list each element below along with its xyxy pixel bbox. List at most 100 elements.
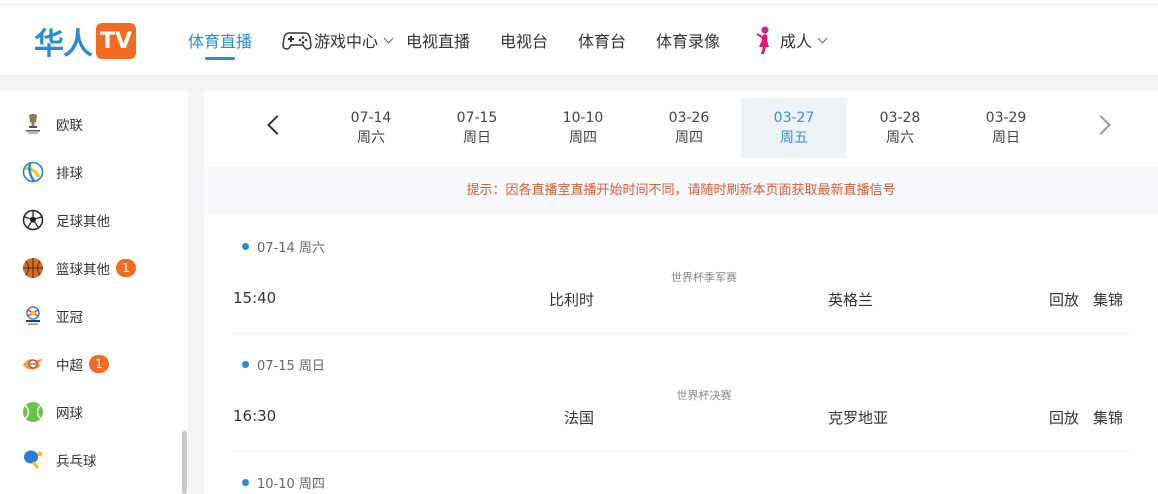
date-tab-date: 07-15 [456, 110, 498, 126]
match-away-team: 克罗地亚 [828, 409, 889, 427]
section-date-label: 10-10 周四 [242, 473, 325, 492]
nav-item-label: 电视台 [500, 32, 549, 51]
nav-item-game-center[interactable]: 游戏中心 [282, 28, 394, 52]
sidebar-item-tennis[interactable]: 网球 [22, 400, 83, 424]
match-time: 16:30 [233, 407, 277, 425]
date-tab[interactable]: 07-14 周六 [318, 98, 424, 158]
nav-item-label: 游戏中心 [314, 32, 379, 51]
date-tab-date: 03-26 [668, 110, 710, 126]
replay-link[interactable]: 回放 [1049, 289, 1079, 310]
row-divider [232, 451, 1130, 452]
sidebar-item-label: 兵乓球 [56, 454, 97, 470]
date-tab[interactable]: 03-29 周日 [953, 98, 1059, 158]
date-tab-weekday: 周六 [357, 130, 385, 146]
sidebar-item-soccer-other[interactable]: 足球其他 [22, 208, 110, 232]
date-tab-date: 03-29 [985, 110, 1027, 126]
main-content: 07-14 周六 07-15 周日 10-10 周四 03-26 周四 03-2… [204, 91, 1158, 494]
highlights-link[interactable]: 集锦 [1093, 407, 1123, 428]
notice-banner: 提示：因各直播室直播开始时间不同，请随时刷新本页面获取最新直播信号 [204, 167, 1158, 215]
count-badge: 1 [116, 259, 136, 277]
date-tab-weekday: 周五 [780, 130, 808, 146]
header: 华人 TV 体育直播 游戏中心 电视直播 电视台 体育台 体育录像 成人 [0, 5, 1158, 76]
sidebar-item-label: 亚冠 [56, 310, 83, 326]
tennis-ball-icon [22, 401, 44, 423]
section-date-label: 07-14 周六 [242, 237, 325, 256]
europa-league-icon [22, 113, 44, 135]
adult-figure-icon [756, 26, 769, 54]
nav-item-sports-replay[interactable]: 体育录像 [656, 28, 720, 52]
date-tab[interactable]: 07-15 周日 [424, 98, 530, 158]
nav-item-label: 体育台 [578, 32, 627, 51]
count-badge: 1 [89, 355, 109, 373]
nav-item-sports-live[interactable]: 体育直播 [188, 28, 252, 52]
nav-item-tv-station[interactable]: 电视台 [500, 28, 548, 52]
nav-item-adult[interactable]: 成人 [752, 26, 828, 54]
match-away-team: 英格兰 [828, 291, 874, 309]
sidebar-item-label: 欧联 [56, 118, 83, 134]
sidebar-item-label: 篮球其他 [56, 262, 110, 278]
row-divider [232, 333, 1130, 334]
date-tab-weekday: 周四 [675, 130, 703, 146]
date-tab-weekday: 周六 [886, 130, 914, 146]
replay-link[interactable]: 回放 [1049, 407, 1079, 428]
section-date-text: 07-14 周六 [257, 241, 325, 256]
sidebar-item-volleyball[interactable]: 排球 [22, 160, 83, 184]
match-row[interactable]: 15:40 世界杯季军赛 比利时 英格兰 回放 集锦 [204, 271, 1158, 341]
basketball-icon [22, 257, 44, 279]
afc-champions-league-icon [22, 305, 44, 327]
section-date-label: 07-15 周日 [242, 355, 325, 374]
date-tab[interactable]: 03-26 周四 [636, 98, 742, 158]
nav-item-label: 体育直播 [188, 32, 253, 51]
soccer-ball-icon [22, 209, 44, 231]
nav-item-label: 电视直播 [406, 32, 471, 51]
date-tab-date: 03-28 [879, 110, 921, 126]
logo-badge: TV [96, 23, 136, 59]
match-row[interactable]: 16:30 世界杯决赛 法国 克罗地亚 回放 集锦 [204, 389, 1158, 459]
gamepad-icon [282, 32, 312, 50]
chevron-down-icon [383, 33, 394, 43]
section-date-text: 07-15 周日 [257, 359, 325, 374]
date-dot-icon [242, 361, 249, 368]
match-home-team: 比利时 [548, 291, 594, 309]
match-league: 世界杯季军赛 [671, 271, 737, 284]
date-tab-weekday: 周日 [992, 130, 1020, 146]
date-tab-weekday: 周四 [569, 130, 597, 146]
section-date-text: 10-10 周四 [257, 477, 325, 492]
date-selector: 07-14 周六 07-15 周日 10-10 周四 03-26 周四 03-2… [204, 91, 1158, 166]
active-nav-underline [205, 57, 235, 60]
date-tab-date: 10-10 [562, 110, 604, 126]
sidebar-item-label: 排球 [56, 166, 83, 182]
csl-icon [22, 353, 44, 375]
sidebar-item-afc-champions[interactable]: 亚冠 [22, 304, 83, 328]
sidebar-item-label: 网球 [56, 406, 83, 422]
date-tab-date: 07-14 [350, 110, 392, 126]
match-league: 世界杯决赛 [676, 389, 732, 402]
logo[interactable]: 华人 TV [34, 21, 136, 62]
ping-pong-icon [22, 449, 44, 471]
date-tab-date: 03-27 [773, 110, 815, 126]
nav-item-label: 体育录像 [656, 32, 721, 51]
date-dot-icon [242, 243, 249, 250]
sidebar-item-basketball-other[interactable]: 篮球其他 1 [22, 256, 136, 280]
date-tab-active[interactable]: 03-27 周五 [741, 98, 847, 158]
nav-item-tv-live[interactable]: 电视直播 [406, 28, 470, 52]
highlights-link[interactable]: 集锦 [1093, 289, 1123, 310]
next-arrow-icon[interactable] [1091, 115, 1111, 135]
date-tab[interactable]: 10-10 周四 [530, 98, 636, 158]
date-tab[interactable]: 03-28 周六 [847, 98, 953, 158]
chevron-down-icon [817, 33, 828, 43]
match-time: 15:40 [233, 289, 277, 307]
date-tab-weekday: 周日 [463, 130, 491, 146]
sidebar-item-label: 足球其他 [56, 214, 110, 230]
logo-text: 华人 [34, 27, 93, 62]
volleyball-icon [22, 161, 44, 183]
nav-item-label: 成人 [780, 32, 813, 51]
match-home-team: 法国 [563, 409, 594, 427]
sidebar-item-csl[interactable]: 中超 1 [22, 352, 109, 376]
date-dot-icon [242, 479, 249, 486]
sidebar-item-europa-league[interactable]: 欧联 [22, 112, 83, 136]
prev-arrow-icon[interactable] [267, 115, 287, 135]
nav-item-sports-station[interactable]: 体育台 [578, 28, 626, 52]
sidebar-item-ping-pong[interactable]: 兵乓球 [22, 448, 97, 472]
sidebar-scrollbar[interactable] [182, 431, 187, 494]
